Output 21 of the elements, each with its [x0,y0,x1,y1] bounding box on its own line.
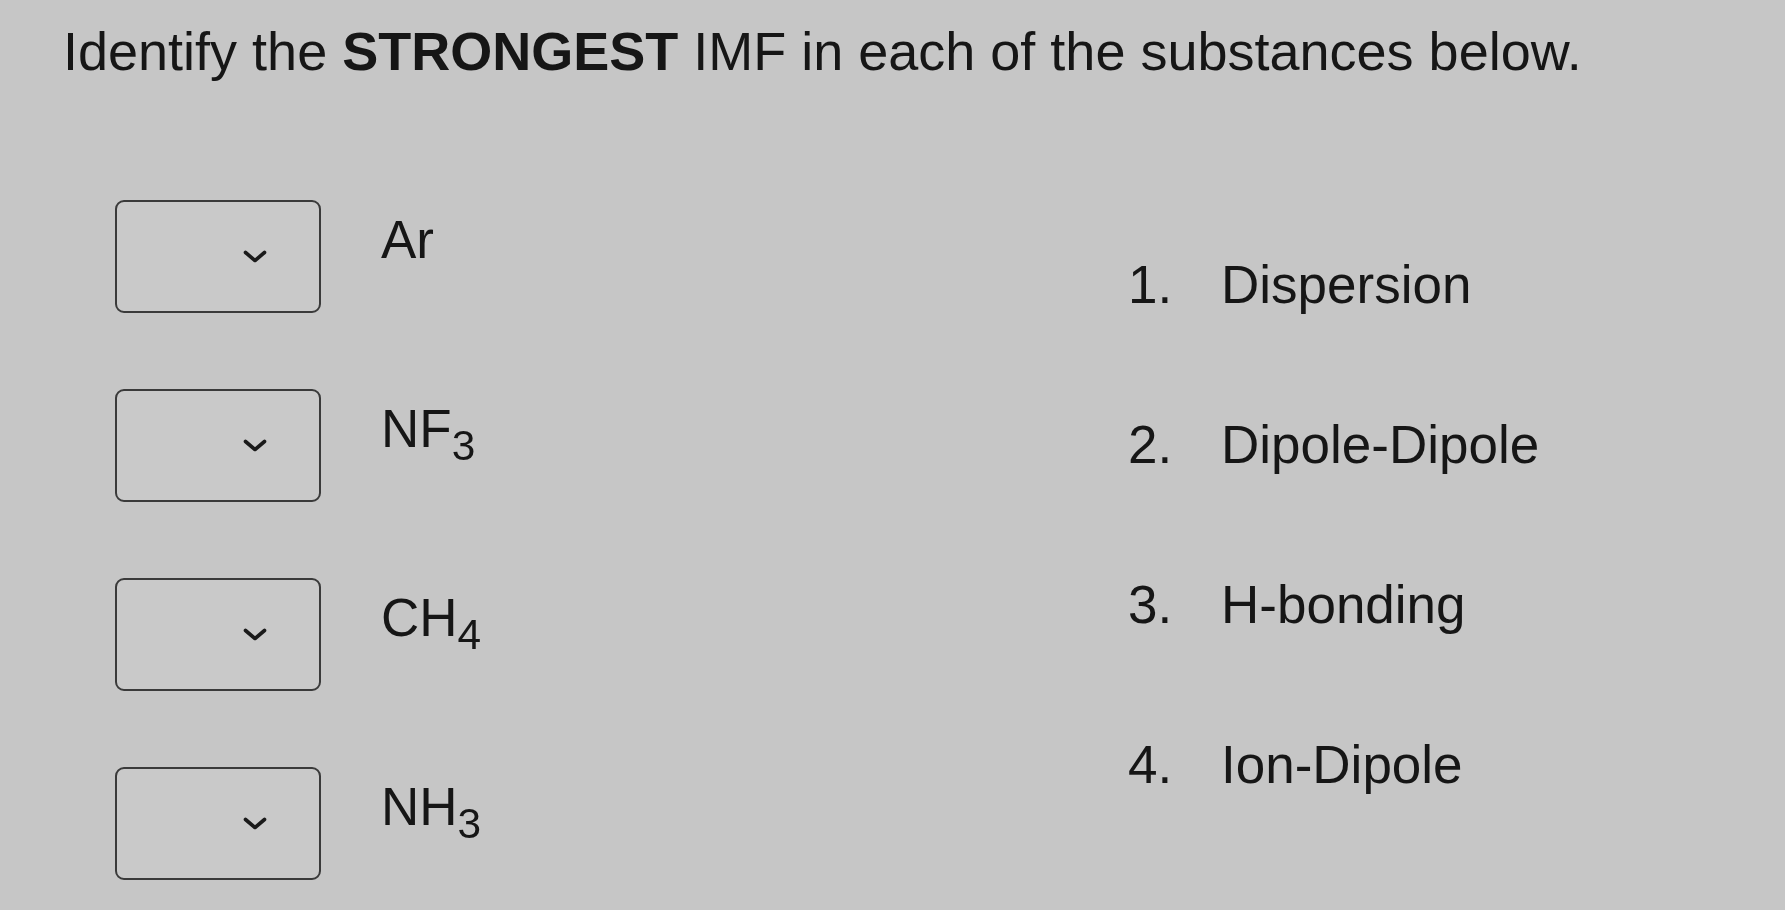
substance-formula: NF$_{3}$ [381,399,476,459]
option-number: 4. [1128,735,1174,795]
answer-dropdown[interactable] [115,578,321,691]
chevron-down-icon [243,439,267,452]
substance-formula: Ar [381,210,434,270]
option-number: 1. [1128,255,1174,315]
option-number: 3. [1128,575,1174,635]
answer-dropdown[interactable] [115,767,321,880]
chevron-down-icon [243,628,267,641]
question-prompt: Identify the STRONGEST IMF in each of the substances below. [63,20,1582,82]
option-label: H-bonding [1221,575,1466,635]
option-label: Ion-Dipole [1221,735,1463,795]
answer-dropdown[interactable] [115,389,321,502]
answer-dropdown[interactable] [115,200,321,313]
option-label: Dipole-Dipole [1221,415,1540,475]
substance-formula: CH$_{4}$ [381,588,482,648]
option-number: 2. [1128,415,1174,475]
option-label: Dispersion [1221,255,1472,315]
chevron-down-icon [243,250,267,263]
chevron-down-icon [243,817,267,830]
substance-formula: NH$_{3}$ [381,777,482,837]
